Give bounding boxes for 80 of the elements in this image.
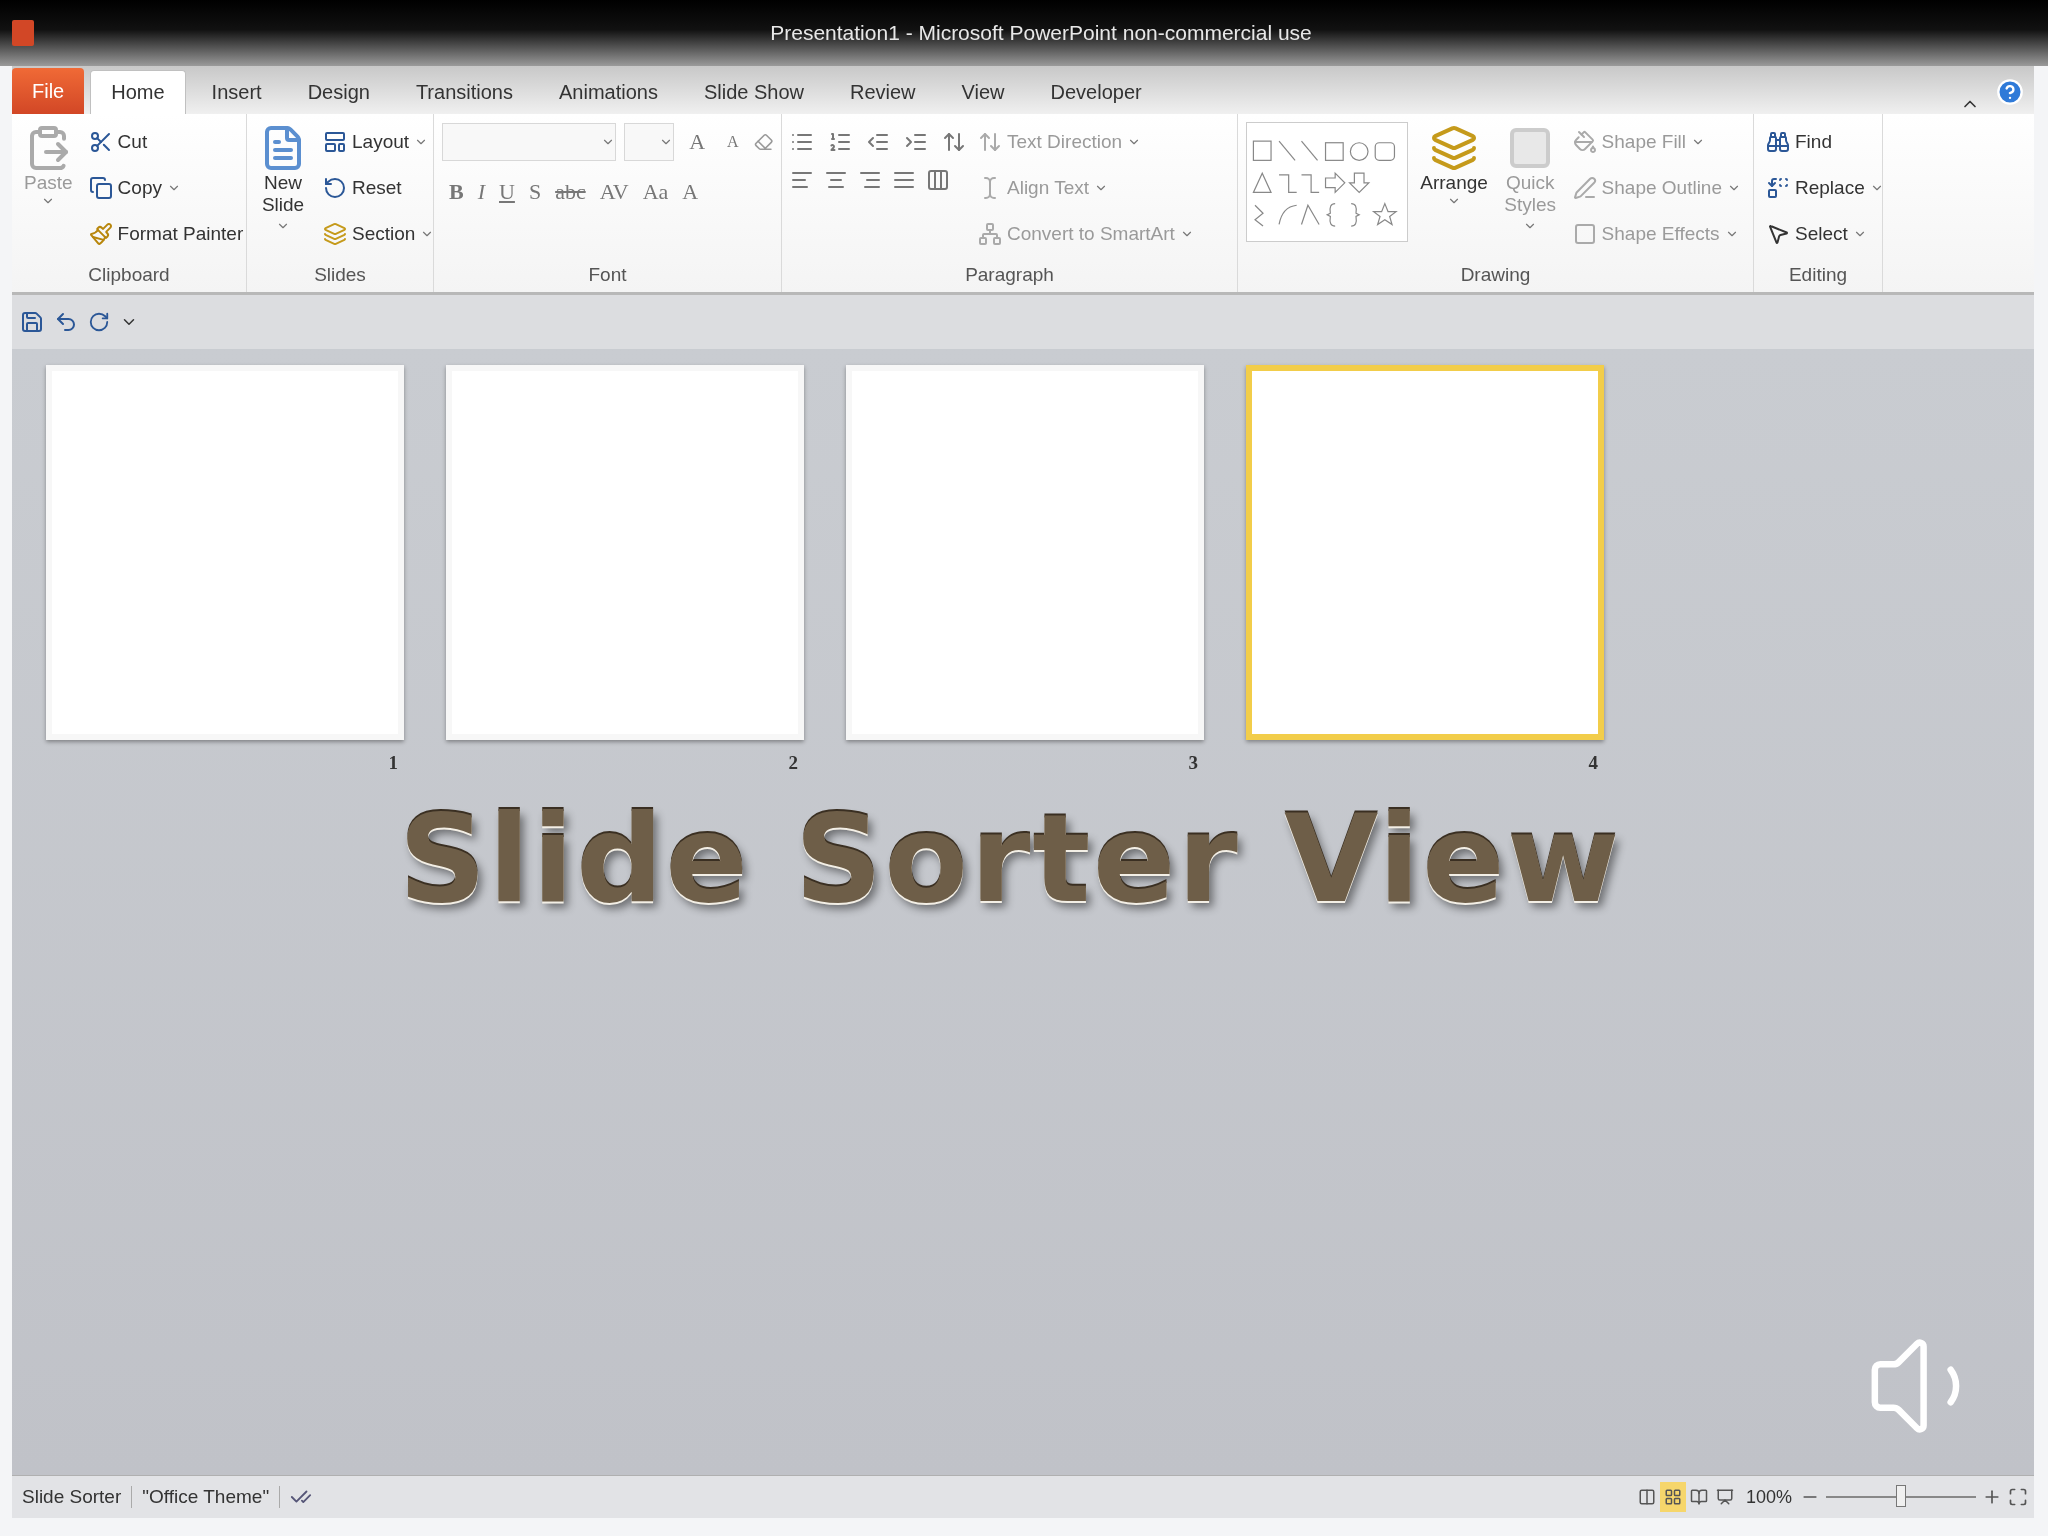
help-icon[interactable] xyxy=(1996,78,2024,106)
group-label: Paragraph xyxy=(964,263,1055,287)
pointer-icon xyxy=(1766,222,1790,246)
font-format-button[interactable]: AV xyxy=(592,172,636,212)
view-status: Slide Sorter xyxy=(12,1486,133,1508)
slide-number: 2 xyxy=(788,752,799,774)
new-slide-button[interactable]: New Slide xyxy=(255,122,311,260)
view-button[interactable] xyxy=(1659,1482,1686,1512)
normal-view-icon xyxy=(1637,1488,1656,1506)
ribbon-button[interactable]: Section xyxy=(319,214,439,254)
font-format-button[interactable]: A xyxy=(675,172,706,212)
ribbon-tab[interactable]: Animations xyxy=(538,70,678,114)
copy-icon xyxy=(88,176,113,200)
ribbon-tab[interactable]: Insert xyxy=(191,70,282,114)
ribbon-button[interactable]: Layout xyxy=(319,122,439,162)
ribbon-tab[interactable]: Home xyxy=(90,70,186,114)
paintbrush-icon xyxy=(88,222,113,246)
group-label: Font xyxy=(587,263,628,287)
fit-window-icon[interactable] xyxy=(2008,1487,2028,1507)
replace-icon xyxy=(1766,176,1790,200)
ribbon-tab[interactable]: Developer xyxy=(1030,70,1162,114)
slide-number: 3 xyxy=(1188,752,1199,774)
group-label: Slides xyxy=(313,263,367,287)
font-format-button[interactable]: U xyxy=(492,172,522,212)
numbering-icon[interactable] xyxy=(828,130,852,154)
slide-number: 1 xyxy=(388,752,399,774)
theme-status: "Office Theme" xyxy=(132,1486,281,1508)
ribbon-tab[interactable]: Design xyxy=(287,70,390,114)
font-size-field[interactable] xyxy=(623,123,675,161)
group-label: Drawing xyxy=(1459,263,1532,287)
clear-formatting-icon[interactable] xyxy=(753,131,773,153)
scissors-icon xyxy=(88,130,113,154)
ribbon-tab[interactable]: Transitions xyxy=(395,70,533,114)
ribbon-button[interactable]: Copy xyxy=(84,168,248,208)
save-icon[interactable] xyxy=(20,310,44,334)
ribbon-button[interactable]: Select xyxy=(1762,214,1888,254)
overlay-caption: Slide Sorter View xyxy=(398,788,1622,930)
shrink-font-button[interactable]: A xyxy=(720,122,746,162)
font-name-field[interactable] xyxy=(442,123,616,161)
slide-thumbnail[interactable] xyxy=(1246,365,1604,740)
ribbon-button[interactable]: Reset xyxy=(319,168,439,208)
binoculars-icon xyxy=(1766,130,1790,154)
grow-font-button[interactable]: A xyxy=(682,122,713,162)
slide-number: 4 xyxy=(1588,752,1599,774)
layout-icon xyxy=(323,130,347,154)
group-label: Editing xyxy=(1787,263,1849,287)
ribbon-tab[interactable]: File xyxy=(12,68,85,114)
window-title: Presentation1 - Microsoft PowerPoint non-commercial use xyxy=(769,21,1313,45)
ribbon-tab[interactable]: Review xyxy=(829,70,936,114)
line-spacing-icon[interactable] xyxy=(942,130,966,154)
ribbon-button[interactable]: Format Painter xyxy=(84,214,248,254)
font-format-button[interactable]: B xyxy=(442,172,471,212)
book-icon xyxy=(1689,1488,1708,1506)
ribbon-button[interactable]: Find xyxy=(1762,122,1888,162)
font-format-button[interactable]: abc xyxy=(548,172,593,212)
pen-icon xyxy=(1572,176,1597,200)
arrange-button[interactable]: Arrange xyxy=(1416,122,1492,260)
grid-icon xyxy=(1663,1488,1682,1506)
columns-icon[interactable] xyxy=(926,168,950,192)
redo-icon[interactable] xyxy=(88,311,110,333)
reset-icon xyxy=(323,176,347,200)
presentation-icon xyxy=(1715,1488,1734,1506)
font-format-button[interactable]: I xyxy=(470,172,492,212)
font-format-button[interactable]: Aa xyxy=(635,172,676,212)
zoom-thumb[interactable] xyxy=(1896,1485,1906,1507)
ribbon-tab[interactable]: Slide Show xyxy=(683,70,824,114)
paint-bucket-icon xyxy=(1572,130,1597,154)
font-format-button[interactable]: S xyxy=(521,172,549,212)
zoom-level: 100% xyxy=(1744,1486,1793,1508)
ribbon-button[interactable]: Replace xyxy=(1762,168,1888,208)
text-direction-icon xyxy=(978,130,1002,154)
ribbon-button[interactable]: Cut xyxy=(84,122,248,162)
undo-icon[interactable] xyxy=(54,310,78,334)
smartart-icon xyxy=(978,222,1002,246)
group-label: Clipboard xyxy=(87,263,171,287)
layers-icon xyxy=(1430,124,1479,172)
section-icon xyxy=(323,222,347,246)
shapes-gallery[interactable] xyxy=(1246,122,1409,242)
ribbon-tab[interactable]: View xyxy=(941,70,1025,114)
shape-effects-icon xyxy=(1572,222,1597,246)
